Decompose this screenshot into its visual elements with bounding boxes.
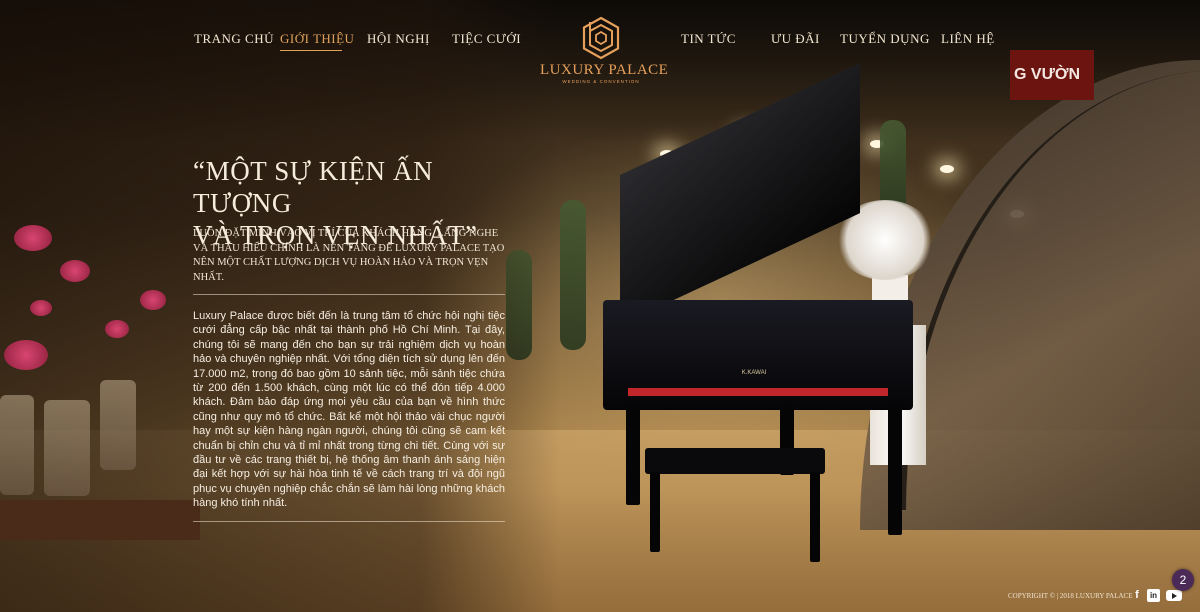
brand-logo[interactable]: LUXURY PALACE WEDDING & CONVENTION — [540, 16, 669, 84]
nav-offers[interactable]: ƯU ĐÃI — [771, 31, 820, 47]
hexagon-logo-icon — [582, 16, 620, 60]
headline-line-1: “MỘT SỰ KIỆN ẤN TƯỢNG — [193, 156, 434, 218]
counter — [0, 500, 200, 540]
glass-vase — [44, 400, 90, 496]
piano-bench — [645, 448, 825, 474]
piano-leg — [888, 405, 902, 535]
about-paragraph: Luxury Palace được biết đến là trung tâm… — [193, 310, 505, 510]
nav-careers[interactable]: TUYỂN DỤNG — [840, 31, 930, 47]
subheadline: Luôn đặt mình vào vị trí của khách hàng,… — [193, 228, 505, 283]
background-photo: G VƯỜN K.KAWAI — [0, 0, 1200, 612]
piano-leg — [626, 405, 640, 505]
bench-leg — [650, 472, 660, 552]
orchid-flower — [140, 290, 166, 310]
ceiling-light — [940, 165, 954, 173]
nav-about[interactable]: GIỚI THIỆU — [280, 31, 354, 47]
piano-keys — [628, 388, 888, 396]
chat-notification-badge[interactable]: 2 — [1172, 569, 1194, 591]
nav-wedding[interactable]: TIỆC CƯỚI — [452, 31, 521, 47]
decor-tree — [560, 200, 586, 350]
nav-news[interactable]: TIN TỨC — [681, 31, 736, 47]
orchid-flower — [60, 260, 90, 282]
divider-bottom — [193, 521, 505, 522]
piano-brand: K.KAWAI — [741, 370, 767, 376]
copyright-text: COPYRIGHT © | 2018 LUXURY PALACE — [1008, 592, 1133, 600]
logo-name: LUXURY PALACE — [540, 62, 669, 78]
bench-leg — [810, 472, 820, 562]
glass-vase — [100, 380, 136, 470]
nav-home[interactable]: TRANG CHỦ — [194, 31, 274, 47]
youtube-icon[interactable] — [1166, 590, 1182, 601]
linkedin-icon[interactable]: in — [1147, 589, 1160, 602]
nav-contact[interactable]: LIÊN HỆ — [941, 31, 995, 47]
orchid-flower — [105, 320, 129, 338]
divider-top — [193, 294, 505, 295]
orchid-flower — [14, 225, 52, 251]
store-sign: G VƯỜN — [1010, 50, 1094, 100]
facebook-icon[interactable]: f — [1133, 589, 1141, 603]
nav-conference[interactable]: HỘI NGHỊ — [367, 31, 430, 47]
nav-active-underline — [280, 50, 342, 51]
orchid-flower — [4, 340, 48, 370]
glass-vase — [0, 395, 34, 495]
orchid-flower — [30, 300, 52, 316]
logo-tagline: WEDDING & CONVENTION — [562, 79, 640, 84]
